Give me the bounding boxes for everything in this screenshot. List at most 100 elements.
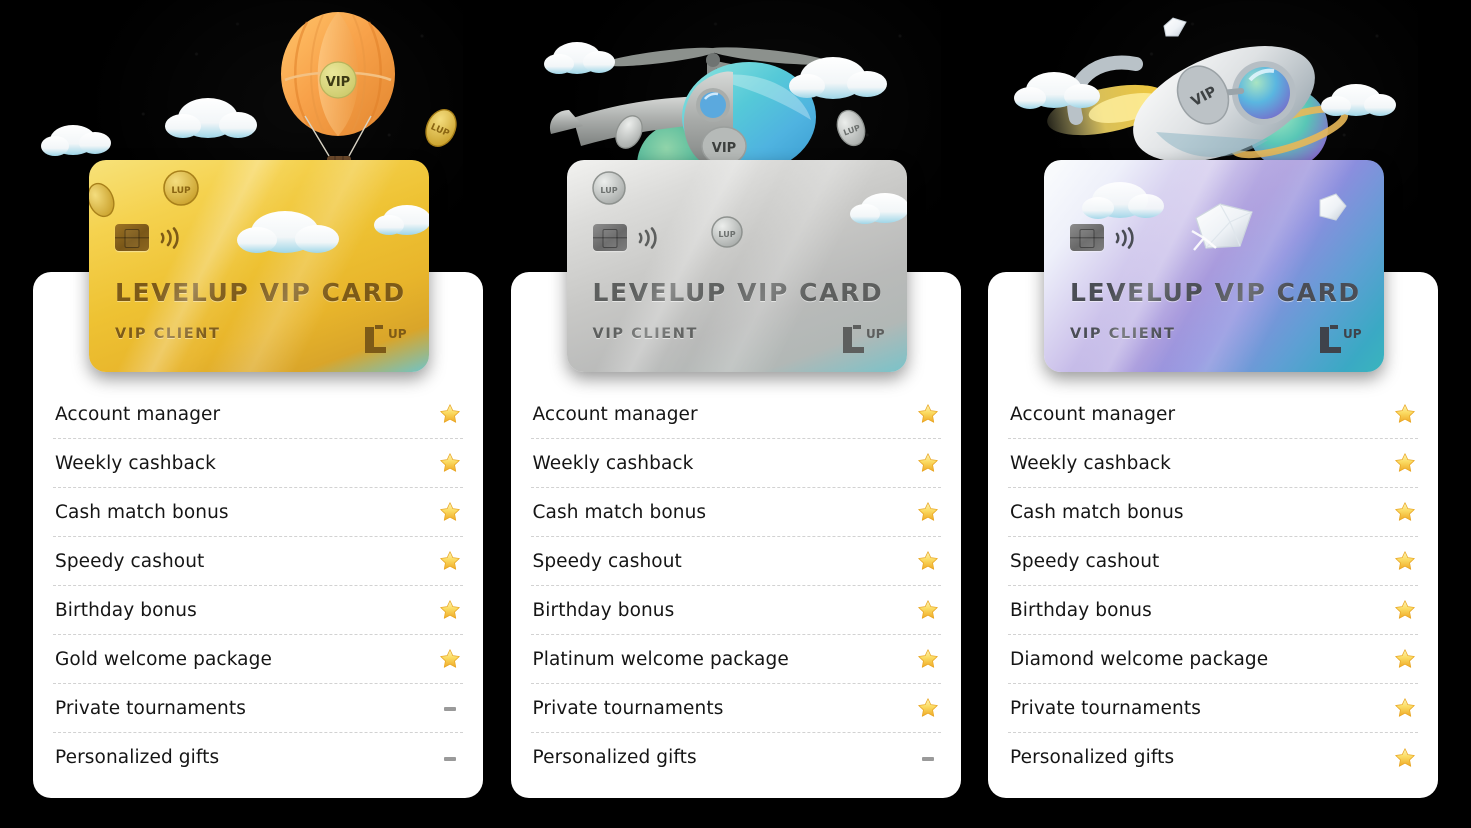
star-icon bbox=[917, 453, 938, 472]
feature-row: Personalized gifts bbox=[531, 733, 941, 782]
cloud-icon bbox=[1321, 84, 1396, 116]
feature-mark-dash bbox=[437, 748, 463, 767]
feature-mark-star bbox=[1392, 599, 1418, 621]
feature-label: Birthday bonus bbox=[55, 599, 197, 621]
feature-row: Account manager bbox=[53, 390, 463, 439]
feature-label: Private tournaments bbox=[1010, 697, 1201, 719]
feature-row: Personalized gifts bbox=[1008, 733, 1418, 782]
feature-mark-star bbox=[915, 403, 941, 425]
feature-list: Account manager Weekly cashback Cash mat… bbox=[53, 390, 463, 782]
feature-row: Cash match bonus bbox=[53, 488, 463, 537]
feature-mark-star bbox=[915, 452, 941, 474]
feature-row: Diamond welcome package bbox=[1008, 635, 1418, 684]
card-surface: LEVELUP VIP CARD VIP CLIENT UP bbox=[1044, 160, 1384, 372]
coin-icon: LUP bbox=[425, 109, 457, 147]
star-icon bbox=[917, 404, 938, 423]
levelup-logo-icon: UP bbox=[842, 325, 884, 353]
feature-label: Birthday bonus bbox=[1010, 599, 1152, 621]
feature-label: Speedy cashout bbox=[532, 550, 682, 572]
feature-row: Cash match bonus bbox=[1008, 488, 1418, 537]
feature-label: Birthday bonus bbox=[532, 599, 675, 621]
dash-icon bbox=[444, 756, 456, 761]
feature-mark-star bbox=[437, 550, 463, 572]
feature-row: Platinum welcome package bbox=[530, 635, 941, 684]
feature-mark-star bbox=[1392, 452, 1418, 474]
feature-row: Private tournaments bbox=[1008, 684, 1418, 733]
contactless-icon bbox=[160, 226, 179, 249]
feature-mark-star bbox=[1392, 648, 1418, 670]
feature-list: Account manager Weekly cashback Cash mat… bbox=[1008, 390, 1418, 782]
svg-text:UP: UP bbox=[388, 327, 407, 341]
svg-text:UP: UP bbox=[1343, 327, 1362, 341]
feature-row: Weekly cashback bbox=[1008, 439, 1418, 488]
feature-mark-star bbox=[1392, 747, 1418, 769]
star-icon bbox=[1395, 747, 1415, 767]
coin-icon: LUP bbox=[836, 109, 865, 147]
feature-label: Gold welcome package bbox=[55, 648, 272, 670]
feature-label: Cash match bonus bbox=[532, 501, 707, 523]
feature-mark-dash bbox=[915, 748, 941, 767]
feature-row: Cash match bonus bbox=[530, 488, 941, 537]
dash-icon bbox=[444, 707, 456, 711]
feature-mark-star bbox=[915, 648, 941, 670]
feature-mark-star bbox=[1392, 697, 1418, 719]
diamond-icon bbox=[1163, 17, 1187, 37]
feature-mark-star bbox=[915, 599, 941, 621]
feature-label: Weekly cashback bbox=[55, 452, 216, 474]
feature-row: Speedy cashout bbox=[530, 537, 941, 586]
feature-row: Personalized gifts bbox=[53, 733, 463, 782]
feature-label: Speedy cashout bbox=[1010, 550, 1160, 572]
feature-mark-star bbox=[437, 501, 463, 523]
cloud-icon bbox=[788, 57, 887, 99]
feature-label: Account manager bbox=[55, 403, 221, 425]
star-icon bbox=[917, 551, 938, 570]
svg-text:LUP: LUP bbox=[842, 123, 861, 137]
star-icon bbox=[1395, 600, 1415, 619]
tier-column-platinum: VIP LUP LEVELUP VIP CARD VIP CLIENT UP L… bbox=[510, 0, 961, 828]
star-icon bbox=[440, 600, 460, 619]
card-surface: LEVELUP VIP CARD VIP CLIENT UP bbox=[566, 160, 907, 372]
star-icon bbox=[1395, 698, 1415, 717]
star-icon bbox=[440, 649, 460, 668]
star-icon bbox=[1395, 404, 1415, 423]
vip-card-gold[interactable]: LEVELUP VIP CARD VIP CLIENT UP LUP bbox=[89, 160, 429, 372]
feature-label: Account manager bbox=[1010, 403, 1176, 425]
feature-label: Personalized gifts bbox=[1010, 747, 1175, 768]
card-chip-row bbox=[592, 224, 658, 251]
emv-chip-icon bbox=[115, 224, 149, 251]
feature-label: Personalized gifts bbox=[55, 747, 220, 768]
levelup-logo-icon: UP bbox=[1320, 325, 1362, 353]
contactless-icon bbox=[638, 226, 657, 249]
feature-row: Speedy cashout bbox=[53, 537, 463, 586]
star-icon bbox=[440, 404, 460, 423]
vip-card-platinum[interactable]: LEVELUP VIP CARD VIP CLIENT UP LUP LUP bbox=[566, 160, 907, 372]
svg-text:VIP: VIP bbox=[1189, 84, 1220, 110]
star-icon bbox=[917, 600, 938, 619]
star-icon bbox=[440, 502, 460, 521]
feature-label: Diamond welcome package bbox=[1010, 648, 1269, 670]
cloud-icon bbox=[41, 125, 111, 156]
svg-text:VIP: VIP bbox=[711, 141, 735, 156]
feature-row: Weekly cashback bbox=[53, 439, 463, 488]
feature-row: Speedy cashout bbox=[1008, 537, 1418, 586]
emv-chip-icon bbox=[592, 224, 627, 251]
feature-row: Account manager bbox=[1008, 390, 1418, 439]
card-subtitle: VIP CLIENT bbox=[1070, 326, 1176, 342]
vip-card-diamond[interactable]: LEVELUP VIP CARD VIP CLIENT UP bbox=[1044, 160, 1384, 372]
star-icon bbox=[1395, 502, 1415, 521]
tier-column-gold: VIP LUP LEVELUP VIP CARD VIP CLIENT UP L… bbox=[33, 0, 483, 828]
feature-row: Birthday bonus bbox=[1008, 586, 1418, 635]
emv-chip-icon bbox=[1070, 224, 1104, 251]
coin-icon bbox=[614, 115, 643, 149]
feature-mark-star bbox=[915, 697, 941, 719]
feature-mark-star bbox=[1392, 403, 1418, 425]
levelup-logo-icon: UP bbox=[365, 325, 407, 353]
feature-mark-star bbox=[437, 452, 463, 474]
feature-row: Weekly cashback bbox=[530, 439, 941, 488]
feature-mark-star bbox=[437, 403, 463, 425]
star-icon bbox=[1395, 551, 1415, 570]
star-icon bbox=[1395, 649, 1415, 668]
feature-label: Private tournaments bbox=[55, 697, 246, 719]
feature-list: Account manager Weekly cashback Cash mat… bbox=[530, 390, 941, 782]
feature-row: Gold welcome package bbox=[53, 635, 463, 684]
